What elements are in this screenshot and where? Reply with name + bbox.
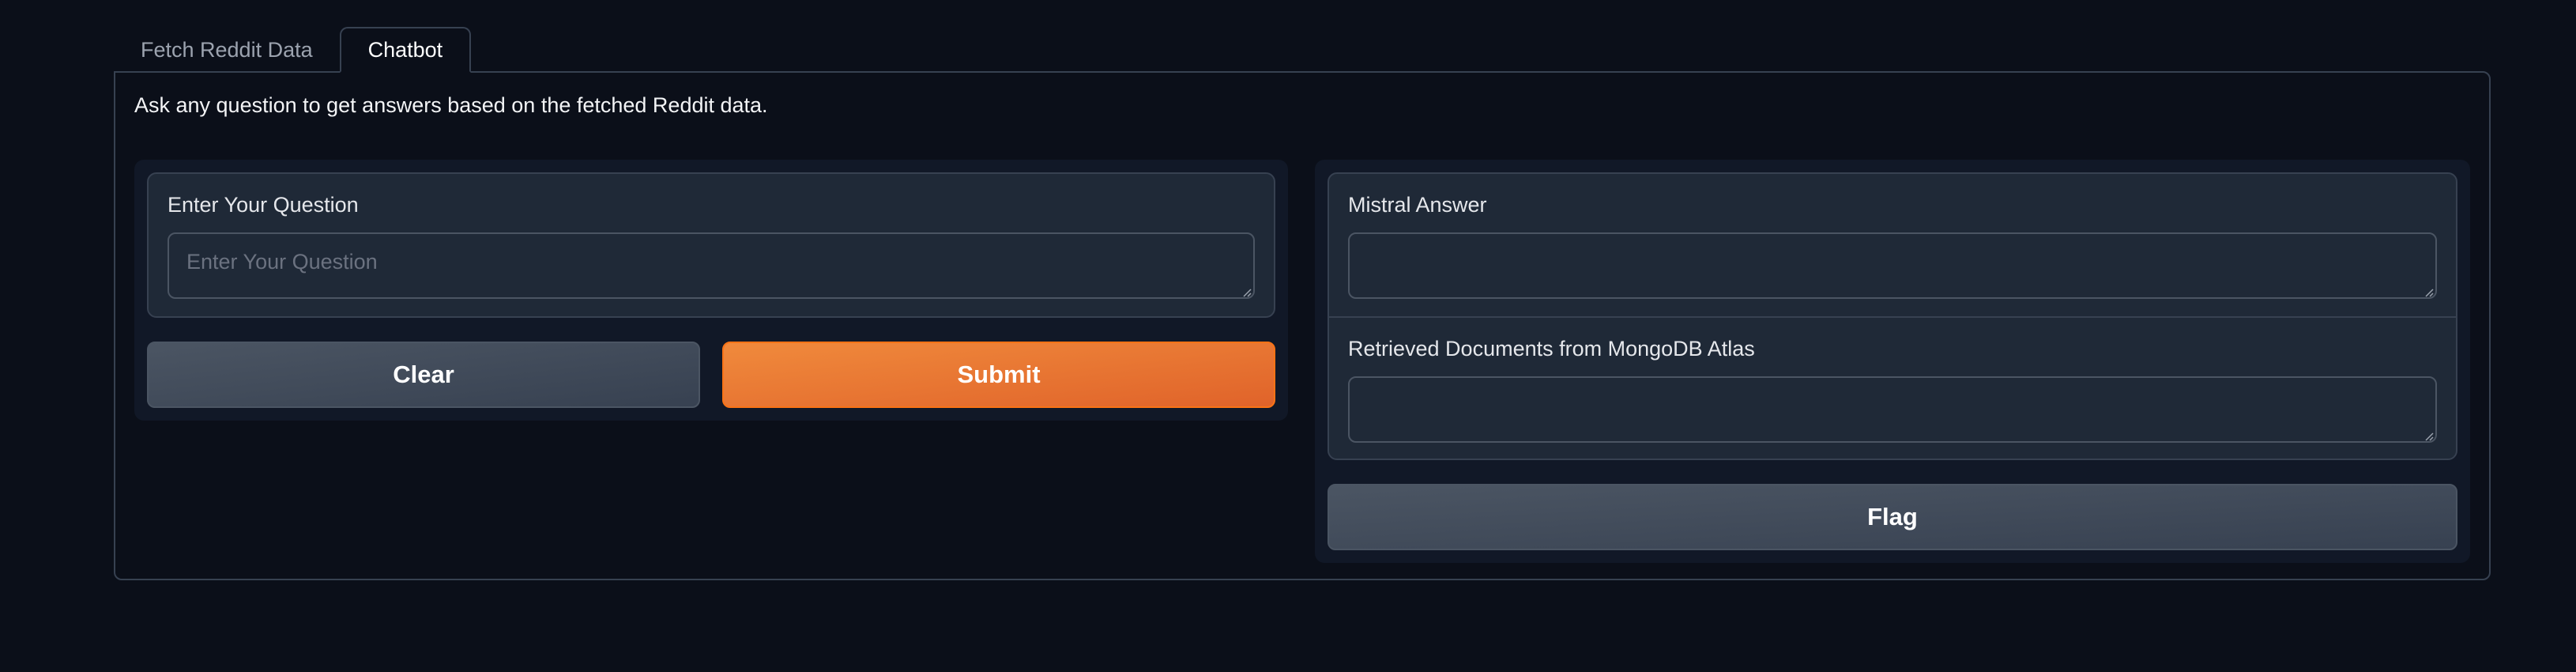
description-text: Ask any question to get answers based on… [134, 93, 768, 117]
question-label: Enter Your Question [168, 193, 359, 217]
output-divider [1329, 316, 2456, 318]
output-column: Mistral Answer Retrieved Documents from … [1315, 160, 2470, 563]
question-block: Enter Your Question [147, 172, 1275, 318]
chatbot-tab-panel: Ask any question to get answers based on… [114, 71, 2491, 580]
answer-label: Mistral Answer [1348, 193, 1487, 217]
tab-chatbot[interactable]: Chatbot [339, 27, 472, 73]
question-input[interactable] [168, 232, 1255, 299]
flag-button[interactable]: Flag [1328, 484, 2457, 550]
tab-fetch-reddit-data[interactable]: Fetch Reddit Data [114, 27, 340, 73]
documents-output[interactable] [1348, 376, 2437, 443]
answer-output[interactable] [1348, 232, 2437, 299]
input-column: Enter Your Question Clear Submit [134, 160, 1288, 421]
outputs-block: Mistral Answer Retrieved Documents from … [1328, 172, 2457, 460]
tab-bar: Fetch Reddit Data Chatbot [114, 25, 472, 73]
submit-button[interactable]: Submit [722, 342, 1275, 408]
documents-label: Retrieved Documents from MongoDB Atlas [1348, 337, 1755, 361]
clear-button[interactable]: Clear [147, 342, 700, 408]
